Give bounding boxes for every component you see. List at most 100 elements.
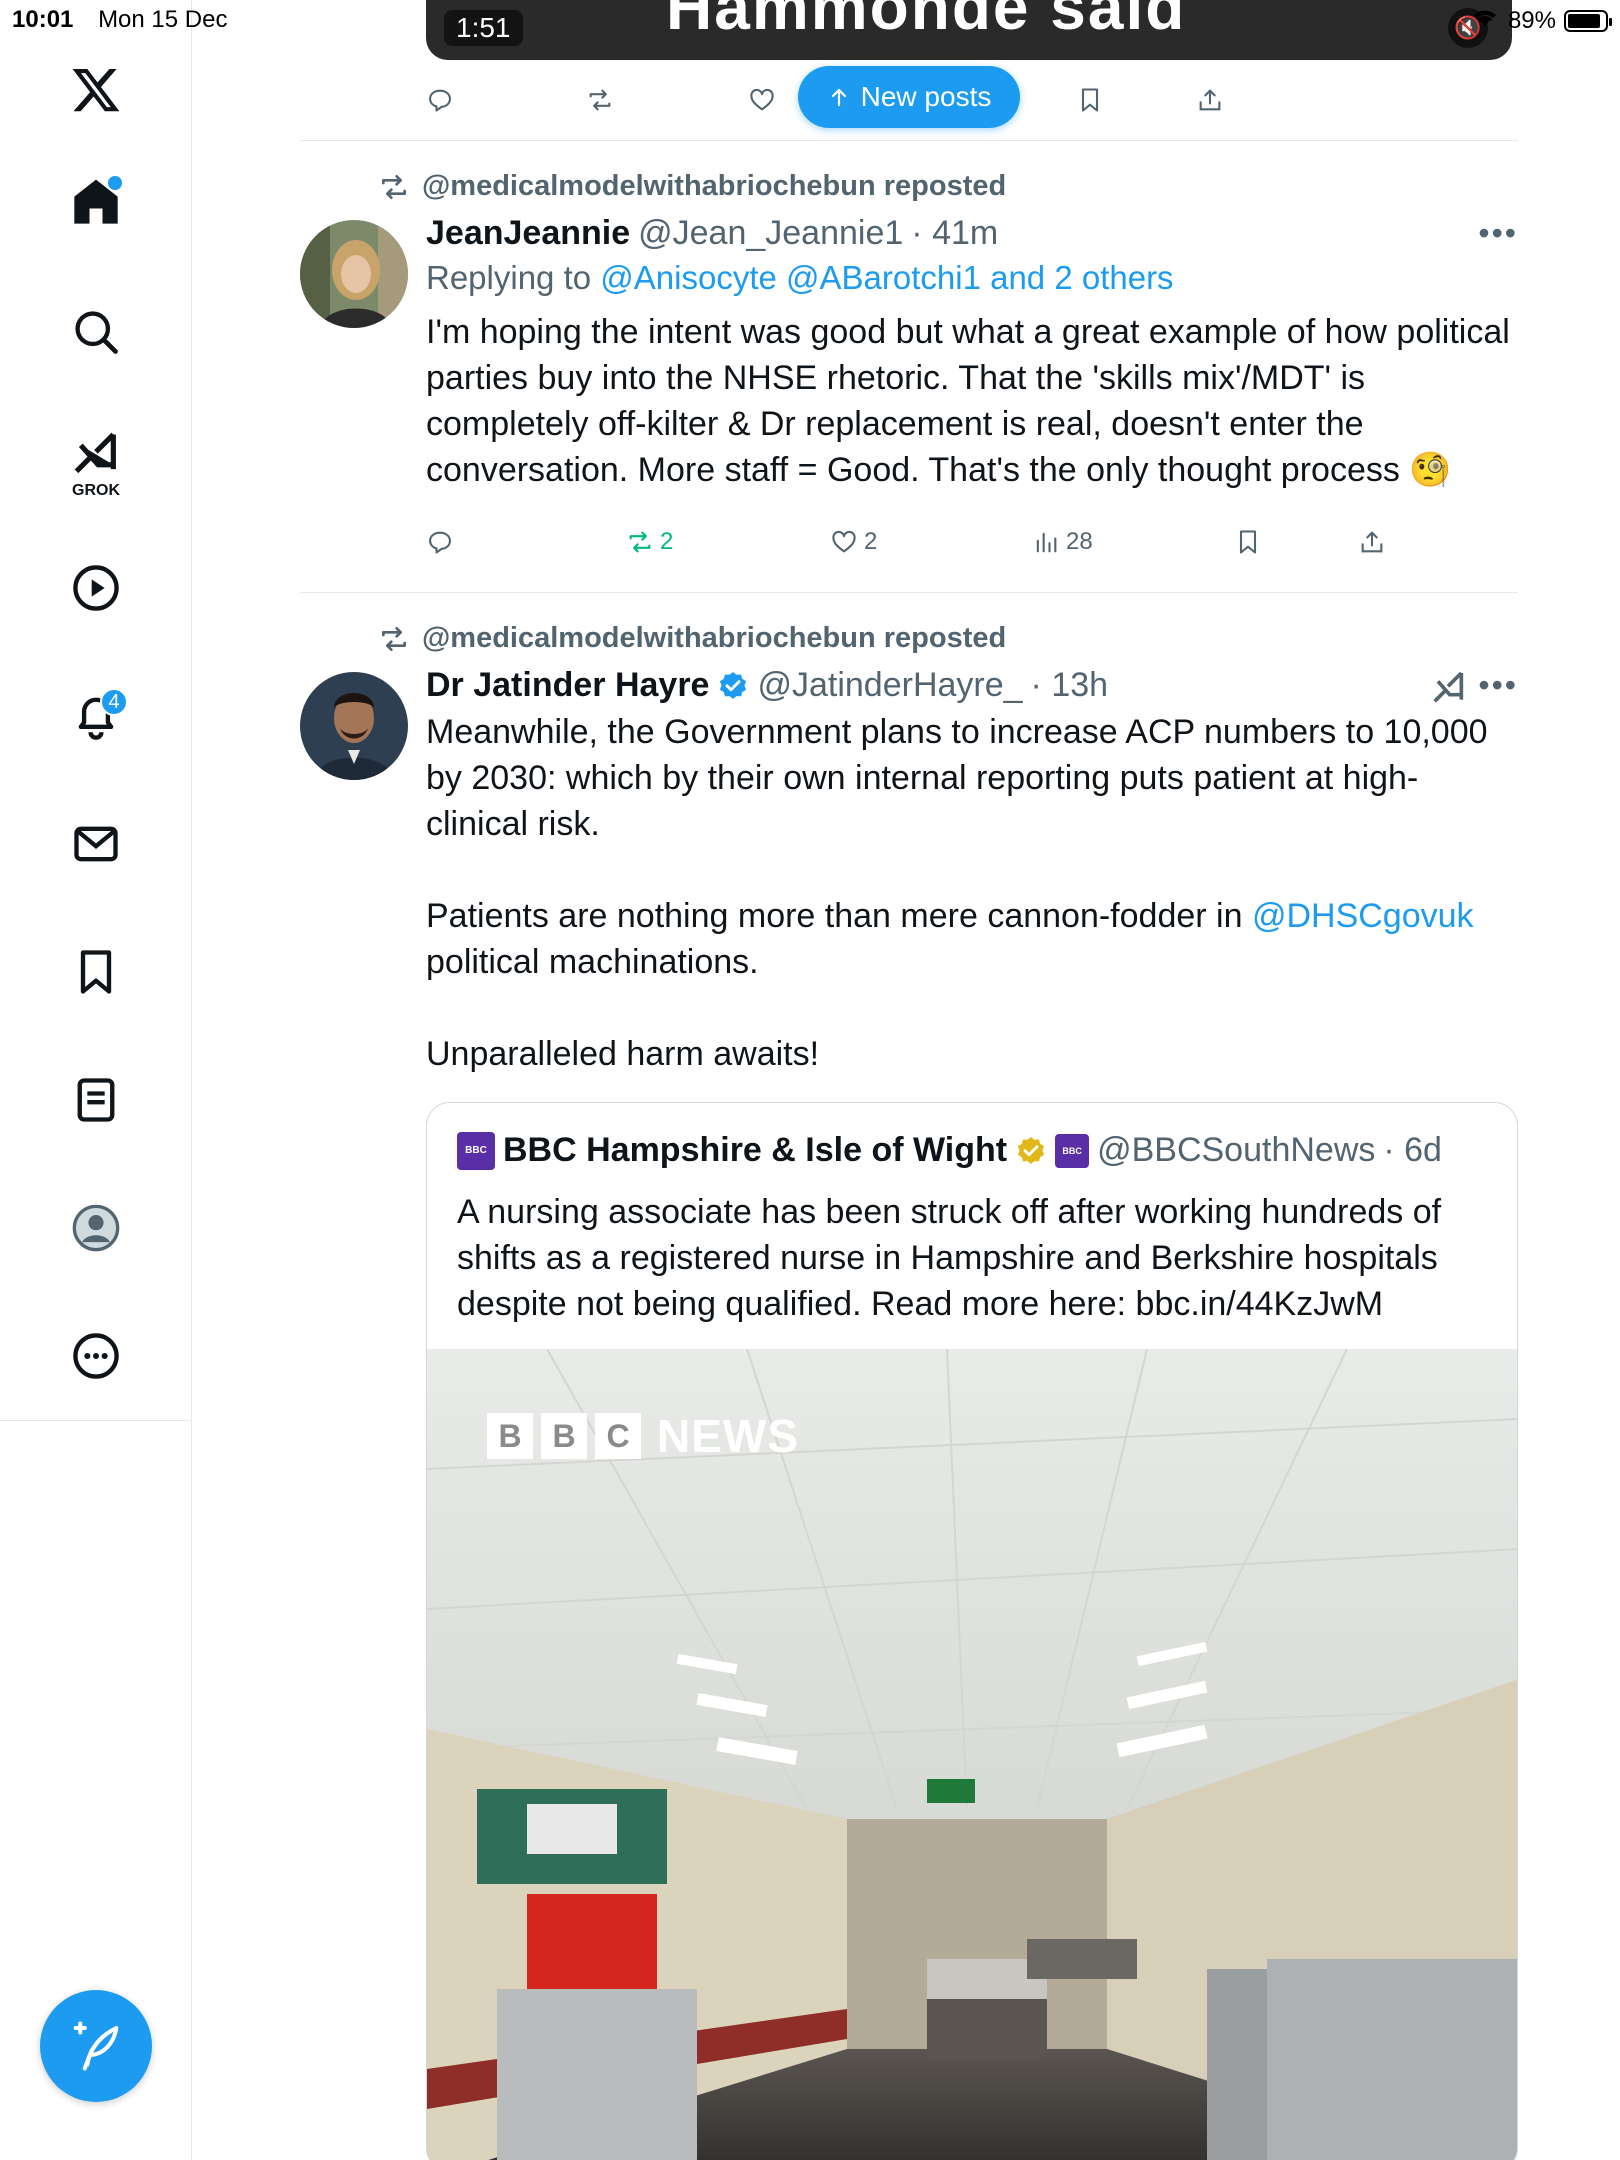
quote-image[interactable]: B B C NEWS bbox=[427, 1349, 1517, 2160]
like-button[interactable] bbox=[748, 86, 776, 114]
nav-messages[interactable] bbox=[56, 804, 136, 884]
x-logo-icon[interactable] bbox=[56, 50, 136, 130]
tweet-time[interactable]: · 41m bbox=[911, 214, 998, 253]
status-bar: 10:01 Mon 15 Dec 89% bbox=[0, 0, 1620, 40]
avatar-photo bbox=[300, 220, 408, 328]
divider bbox=[300, 140, 1518, 141]
author-name[interactable]: JeanJeannie bbox=[426, 214, 630, 253]
nav-explore[interactable] bbox=[56, 292, 136, 372]
grok-explain-icon[interactable] bbox=[1428, 668, 1468, 717]
status-date: Mon 15 Dec bbox=[98, 6, 228, 33]
wifi-icon bbox=[1470, 6, 1500, 35]
author-handle[interactable]: @Jean_Jeannie1 bbox=[638, 214, 903, 253]
nav-lists[interactable] bbox=[56, 1060, 136, 1140]
tweet[interactable]: JeanJeannie @Jean_Jeannie1 · 41m ••• Rep… bbox=[426, 214, 1518, 493]
list-icon bbox=[77, 1078, 115, 1122]
reply-icon bbox=[429, 89, 451, 112]
repost-indicator[interactable]: @medicalmodelwithabriochebun reposted bbox=[378, 622, 1006, 655]
bookmark-icon bbox=[1081, 88, 1099, 112]
battery-percent: 89% bbox=[1507, 6, 1556, 34]
reply-button[interactable] bbox=[426, 528, 454, 556]
tweet-time[interactable]: · 13h bbox=[1031, 666, 1109, 705]
bookmark-icon bbox=[80, 950, 112, 994]
avatar-photo bbox=[300, 672, 408, 780]
nav-bookmarks[interactable] bbox=[56, 932, 136, 1012]
tweet-text-p3: Unparalleled harm awaits! bbox=[426, 1035, 820, 1073]
bookmark-button[interactable] bbox=[1076, 86, 1104, 114]
author-name[interactable]: Dr Jatinder Hayre bbox=[426, 666, 709, 705]
bookmark-icon bbox=[1239, 530, 1257, 554]
tweet-text: Meanwhile, the Government plans to incre… bbox=[426, 709, 1518, 1077]
view-count: 28 bbox=[1066, 528, 1093, 555]
tweet-text: I'm hoping the intent was good but what … bbox=[426, 313, 1520, 489]
repost-indicator[interactable]: @medicalmodelwithabriochebun reposted bbox=[378, 170, 1006, 203]
like-count: 2 bbox=[864, 528, 878, 555]
tweet[interactable]: Dr Jatinder Hayre @JatinderHayre_ · 13h … bbox=[426, 666, 1518, 1077]
heart-icon bbox=[750, 88, 774, 111]
bbc-logo-letter: C bbox=[595, 1413, 641, 1459]
grok-icon bbox=[74, 432, 116, 474]
heart-icon bbox=[832, 530, 856, 553]
grok-label: GROK bbox=[72, 482, 120, 499]
mention-link[interactable]: @DHSCgovuk bbox=[1252, 897, 1474, 935]
views-button[interactable]: 28 bbox=[1032, 528, 1093, 556]
quote-text: A nursing associate has been struck off … bbox=[457, 1193, 1442, 1323]
quoted-tweet[interactable]: BBC BBC Hampshire & Isle of Wight BBC @B… bbox=[426, 1102, 1518, 2160]
repost-button[interactable] bbox=[586, 86, 614, 114]
author-handle[interactable]: @JatinderHayre_ bbox=[757, 666, 1022, 705]
more-options-icon[interactable]: ••• bbox=[1478, 667, 1518, 704]
battery-icon bbox=[1564, 9, 1612, 32]
envelope-icon bbox=[74, 826, 118, 862]
play-circle-icon bbox=[73, 565, 119, 611]
nav-more[interactable] bbox=[56, 1316, 136, 1396]
compose-button[interactable] bbox=[40, 1990, 152, 2102]
nav-home[interactable] bbox=[56, 162, 136, 242]
home-unread-dot bbox=[108, 176, 122, 190]
repost-button[interactable]: 2 bbox=[626, 528, 673, 556]
tweet-header: Dr Jatinder Hayre @JatinderHayre_ · 13h … bbox=[426, 666, 1518, 705]
tweet-text-p2a: Patients are nothing more than mere cann… bbox=[426, 897, 1252, 935]
replying-targets[interactable]: @Anisocyte @ABarotchi1 and 2 others bbox=[600, 259, 1173, 296]
more-options-icon[interactable]: ••• bbox=[1478, 215, 1518, 252]
nav-profile[interactable] bbox=[56, 1188, 136, 1268]
share-icon bbox=[1199, 89, 1221, 111]
avatar[interactable] bbox=[300, 672, 408, 780]
affiliate-badge-icon: BBC bbox=[1055, 1133, 1090, 1168]
reply-icon bbox=[429, 531, 451, 554]
nav-grok[interactable]: GROK bbox=[56, 420, 136, 504]
tweet-text-p1: Meanwhile, the Government plans to incre… bbox=[426, 713, 1497, 843]
bbc-logo-news: NEWS bbox=[657, 1410, 799, 1462]
more-circle-icon bbox=[73, 1333, 119, 1379]
nav-video[interactable] bbox=[56, 548, 136, 628]
like-button[interactable]: 2 bbox=[830, 528, 877, 556]
sidebar-divider bbox=[0, 1420, 192, 1421]
repost-count: 2 bbox=[660, 528, 674, 555]
bookmark-button[interactable] bbox=[1234, 528, 1262, 556]
share-button[interactable] bbox=[1196, 86, 1224, 114]
divider bbox=[300, 592, 1518, 593]
repost-label: @medicalmodelwithabriochebun reposted bbox=[422, 622, 1007, 654]
repost-icon bbox=[382, 626, 406, 651]
reply-button[interactable] bbox=[426, 86, 454, 114]
quote-author-name: BBC Hampshire & Isle of Wight bbox=[503, 1131, 1008, 1169]
bbc-logo-letter: B bbox=[487, 1413, 533, 1459]
compose-feather-icon bbox=[73, 2021, 119, 2071]
profile-avatar-icon bbox=[72, 1204, 120, 1252]
repost-icon bbox=[629, 531, 651, 553]
arrow-up-icon bbox=[831, 88, 846, 107]
share-button[interactable] bbox=[1358, 528, 1386, 556]
share-icon bbox=[1361, 531, 1383, 553]
bbc-logo-letter: B bbox=[541, 1413, 587, 1459]
search-icon bbox=[75, 311, 118, 354]
bbc-news-logo: B B C NEWS bbox=[487, 1409, 799, 1463]
notification-badge: 4 bbox=[100, 688, 128, 716]
new-posts-button[interactable]: New posts bbox=[798, 66, 1020, 128]
status-time: 10:01 bbox=[12, 6, 74, 33]
avatar[interactable] bbox=[300, 220, 408, 328]
tweet-header: JeanJeannie @Jean_Jeannie1 · 41m ••• bbox=[426, 214, 1518, 253]
quote-handle: @BBCSouthNews bbox=[1097, 1131, 1376, 1169]
views-chart-icon bbox=[1036, 532, 1057, 553]
nav-notifications[interactable]: 4 bbox=[56, 676, 136, 756]
hospital-corridor-photo bbox=[427, 1349, 1517, 2160]
repost-label: @medicalmodelwithabriochebun reposted bbox=[422, 170, 1007, 202]
